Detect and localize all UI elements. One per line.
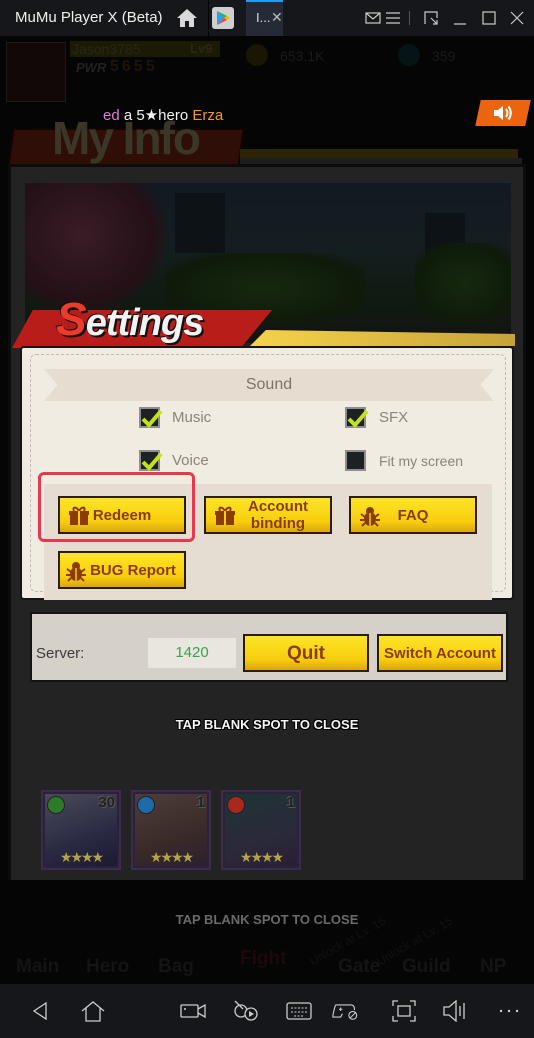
bush	[415, 243, 511, 323]
app-title: MuMu Player X (Beta)	[15, 9, 163, 26]
ticker-hero: Erza	[192, 107, 224, 124]
account-binding-button[interactable]: Account binding	[204, 496, 332, 534]
faq-button[interactable]: FAQ	[349, 496, 477, 534]
checkmark-icon	[141, 409, 163, 428]
redeem-highlight-box	[38, 472, 195, 542]
fit-screen-label: Fit my screen	[379, 453, 464, 469]
account-binding-line1: Account	[248, 498, 308, 515]
sfx-label: SFX	[379, 409, 409, 426]
voice-label: Voice	[172, 452, 209, 469]
maximize-icon[interactable]	[480, 9, 498, 27]
gold-amount: 653.1K	[280, 48, 325, 64]
hero-card[interactable]: 1 ★★★★	[131, 790, 211, 870]
switch-account-button[interactable]: Switch Account	[377, 634, 503, 672]
server-value: 1420	[148, 638, 236, 668]
tab-label: I...	[256, 10, 271, 25]
pin-icon[interactable]	[422, 9, 440, 27]
ticker-prefix: ed	[103, 107, 120, 124]
keyboard-icon[interactable]	[286, 1000, 312, 1022]
camera-record-icon[interactable]	[180, 1000, 206, 1022]
ticker-middle: a 5★hero	[119, 107, 193, 124]
sfx-checkbox[interactable]	[345, 407, 369, 428]
element-icon	[47, 796, 65, 814]
element-icon	[227, 796, 245, 814]
play-store-tab[interactable]	[212, 7, 234, 29]
speaker-icon	[494, 105, 512, 121]
checkmark-icon	[141, 452, 163, 471]
bug-report-button[interactable]: BUG Report	[58, 551, 186, 589]
settings-title-rest: ettings	[85, 302, 205, 344]
volume-icon[interactable]	[442, 1000, 468, 1022]
play-store-icon	[217, 11, 230, 25]
music-checkbox[interactable]	[139, 407, 163, 428]
nav-hero[interactable]: Hero	[86, 956, 129, 978]
tap-to-close-hint: TAP BLANK SPOT TO CLOSE	[175, 717, 359, 732]
faq-label: FAQ	[397, 506, 429, 524]
voice-checkbox[interactable]	[139, 450, 163, 471]
nav-fight[interactable]: Fight	[240, 948, 286, 970]
hero-level: 1	[286, 794, 295, 811]
music-label: Music	[172, 409, 212, 426]
hero-stars: ★★★★	[59, 849, 104, 865]
hero-card[interactable]: 1 ★★★★	[221, 790, 301, 870]
hero-stars: ★★★★	[239, 849, 284, 865]
hero-level: 1	[196, 794, 205, 811]
gold-icon	[246, 44, 268, 66]
sound-section-header: Sound	[44, 369, 494, 401]
divider	[409, 11, 410, 25]
home-icon[interactable]	[80, 1000, 106, 1022]
sound-header-label: Sound	[245, 376, 293, 393]
bug-icon	[66, 562, 86, 582]
gem-icon	[398, 44, 420, 66]
nav-gate[interactable]: Gate	[338, 956, 380, 978]
hero-level: 30	[98, 794, 115, 811]
back-icon[interactable]	[28, 1000, 54, 1022]
nav-np[interactable]: NP	[480, 956, 506, 978]
menu-icon[interactable]	[384, 9, 402, 27]
nav-bag[interactable]: Bag	[158, 956, 194, 978]
building	[175, 193, 225, 253]
fit-screen-checkbox[interactable]	[345, 450, 366, 471]
close-icon[interactable]	[508, 9, 526, 27]
minimize-icon[interactable]	[451, 9, 469, 27]
gem-amount: 359	[432, 48, 456, 64]
power-label: PWR	[76, 60, 107, 75]
tab-separator	[208, 0, 209, 36]
gift-icon	[215, 506, 235, 525]
server-label: Server:	[36, 645, 85, 662]
screenshot-icon[interactable]	[391, 1000, 417, 1022]
mail-icon[interactable]	[364, 9, 382, 27]
power-value: 5655	[110, 58, 158, 75]
sound-toggle-button[interactable]	[475, 100, 531, 126]
emulator-toolbar	[0, 984, 534, 1038]
settings-title: Settings	[56, 292, 205, 346]
account-binding-line2: binding	[250, 515, 306, 532]
hero-card[interactable]: 30 ★★★★	[41, 790, 121, 870]
player-level: Lv9	[190, 41, 213, 56]
bug-icon	[360, 507, 380, 527]
gamepad-icon[interactable]	[332, 1000, 358, 1022]
close-tab-icon[interactable]: ✕	[271, 9, 283, 26]
title-bar: MuMu Player X (Beta) I... ✕	[0, 0, 534, 36]
more-icon[interactable]	[496, 1000, 522, 1022]
settings-title-initial: S	[56, 293, 87, 345]
player-avatar	[6, 42, 66, 102]
element-icon	[137, 796, 155, 814]
home-icon[interactable]	[176, 8, 198, 28]
quit-button[interactable]: Quit	[243, 634, 369, 672]
active-game-tab[interactable]: I... ✕	[246, 0, 283, 36]
checkmark-icon	[347, 409, 369, 428]
account-binding-label: Account binding	[228, 498, 308, 532]
emulator-window: MuMu Player X (Beta) I... ✕ Jason3785 Lv…	[0, 0, 534, 1038]
hero-stars: ★★★★	[149, 849, 194, 865]
quit-label: Quit	[287, 642, 325, 664]
macro-icon[interactable]	[233, 1000, 259, 1022]
nav-guild[interactable]: Guild	[402, 956, 451, 978]
announcement-ticker: ed a 5★hero Erza	[103, 106, 223, 124]
switch-account-label: Switch Account	[384, 644, 496, 662]
nav-main[interactable]: Main	[16, 956, 59, 978]
